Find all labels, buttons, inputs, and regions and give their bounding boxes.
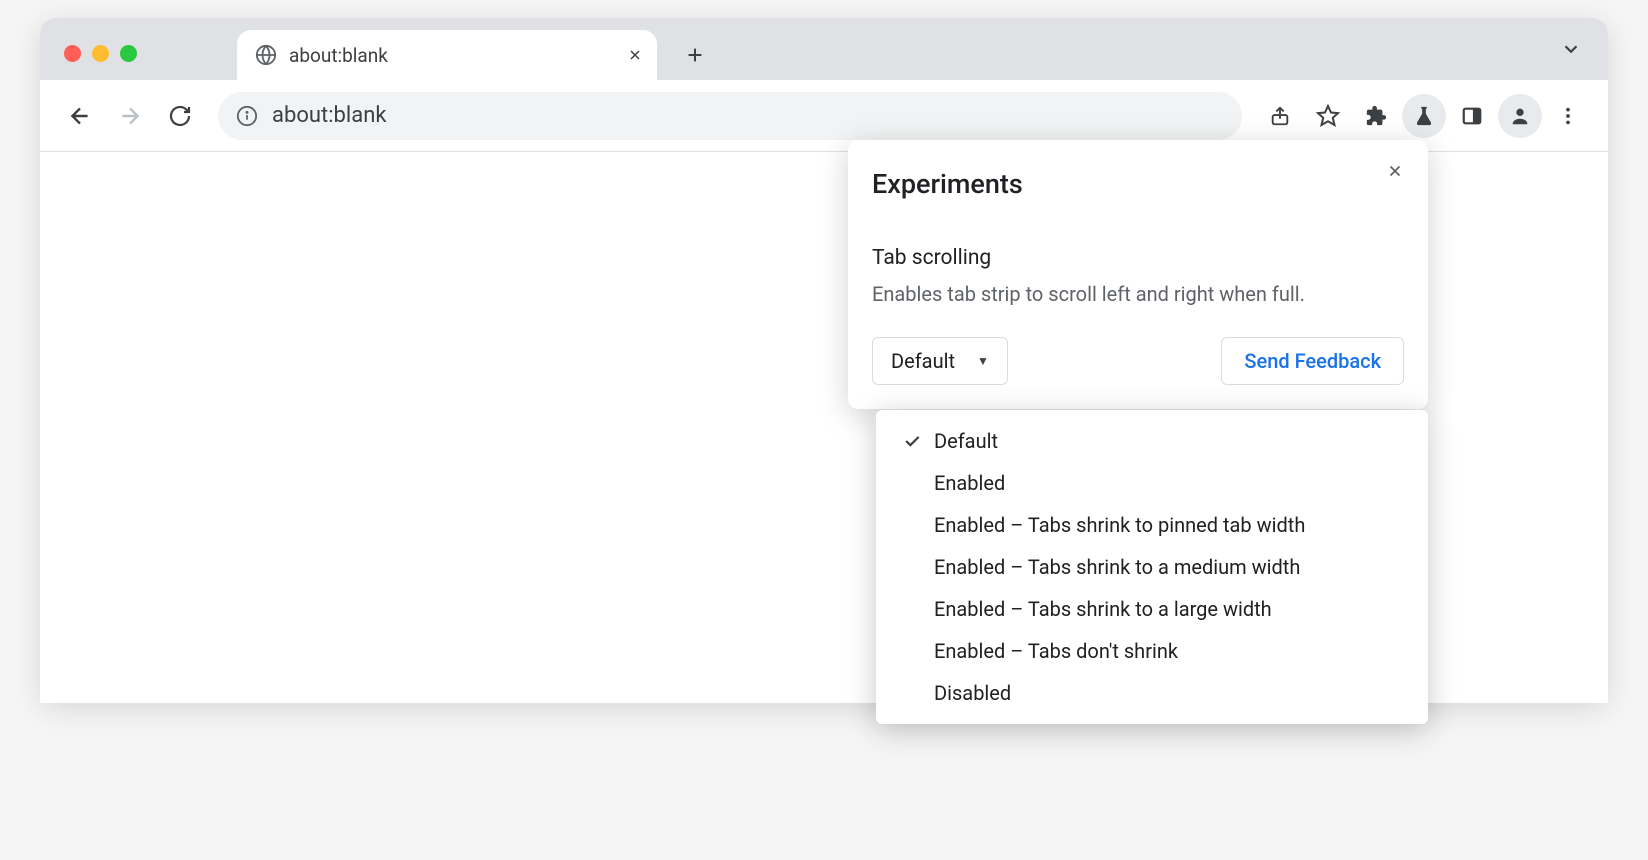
back-button[interactable] (58, 94, 102, 138)
tab-title: about:blank (289, 44, 388, 67)
bookmark-button[interactable] (1306, 94, 1350, 138)
send-feedback-button[interactable]: Send Feedback (1221, 337, 1404, 385)
dropdown-option[interactable]: Enabled – Tabs shrink to a large width (876, 588, 1428, 630)
dropdown-option[interactable]: Enabled (876, 462, 1428, 504)
profile-button[interactable] (1498, 94, 1542, 138)
experiment-controls-row: Default ▼ Send Feedback (872, 337, 1404, 385)
new-tab-button[interactable] (675, 35, 715, 75)
site-info-icon[interactable] (236, 105, 258, 127)
address-bar[interactable]: about:blank (218, 92, 1242, 140)
side-panel-button[interactable] (1450, 94, 1494, 138)
experiment-name: Tab scrolling (872, 246, 1404, 270)
dropdown-option-label: Enabled (934, 471, 1408, 495)
window-maximize-button[interactable] (120, 45, 137, 62)
send-feedback-label: Send Feedback (1244, 349, 1381, 373)
dropdown-option-label: Enabled – Tabs shrink to a large width (934, 597, 1408, 621)
dropdown-option[interactable]: Disabled (876, 672, 1428, 714)
dropdown-option-label: Disabled (934, 681, 1408, 705)
experiment-description: Enables tab strip to scroll left and rig… (872, 280, 1404, 309)
check-icon (896, 431, 928, 451)
window-minimize-button[interactable] (92, 45, 109, 62)
dropdown-option[interactable]: Enabled – Tabs don't shrink (876, 630, 1428, 672)
dropdown-option[interactable]: Default (876, 420, 1428, 462)
globe-icon (255, 44, 277, 66)
share-button[interactable] (1258, 94, 1302, 138)
chrome-menu-button[interactable] (1546, 94, 1590, 138)
address-bar-text: about:blank (272, 103, 387, 128)
dropdown-option-label: Default (934, 429, 1408, 453)
experiments-popover: Experiments Tab scrolling Enables tab st… (848, 140, 1428, 409)
tab-close-button[interactable] (627, 47, 643, 63)
dropdown-option[interactable]: Enabled – Tabs shrink to pinned tab widt… (876, 504, 1428, 546)
toolbar-actions (1258, 94, 1590, 138)
experiment-select-value: Default (891, 349, 955, 373)
forward-button[interactable] (108, 94, 152, 138)
browser-tab[interactable]: about:blank (237, 30, 657, 80)
window-close-button[interactable] (64, 45, 81, 62)
experiment-select-dropdown: Default Enabled Enabled – Tabs shrink to… (876, 410, 1428, 724)
dropdown-option[interactable]: Enabled – Tabs shrink to a medium width (876, 546, 1428, 588)
experiments-button[interactable] (1402, 94, 1446, 138)
tab-strip: about:blank (40, 18, 1608, 80)
popover-title: Experiments (872, 168, 1404, 200)
extensions-button[interactable] (1354, 94, 1398, 138)
reload-button[interactable] (158, 94, 202, 138)
window-controls (54, 45, 147, 80)
dropdown-option-label: Enabled – Tabs shrink to pinned tab widt… (934, 513, 1408, 537)
tab-search-button[interactable] (1560, 38, 1582, 60)
experiment-select[interactable]: Default ▼ (872, 337, 1008, 385)
caret-down-icon: ▼ (977, 354, 989, 368)
popover-close-button[interactable] (1380, 156, 1410, 186)
dropdown-option-label: Enabled – Tabs shrink to a medium width (934, 555, 1408, 579)
dropdown-option-label: Enabled – Tabs don't shrink (934, 639, 1408, 663)
